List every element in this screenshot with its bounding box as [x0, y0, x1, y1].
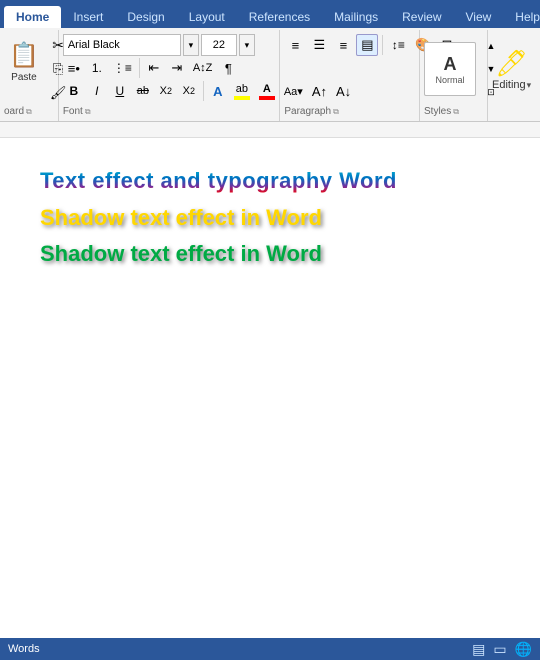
numbering-button[interactable]: 1. [86, 57, 108, 79]
align-right-button[interactable]: ≡ [332, 34, 354, 56]
editing-label: Editing [492, 79, 526, 91]
print-layout-icon[interactable]: ▭ [493, 641, 506, 658]
align-center-button[interactable]: ☰ [308, 34, 330, 56]
tab-bar: Home Insert Design Layout References Mai… [0, 0, 540, 28]
line3-text: Shadow text effect in Word [40, 241, 500, 267]
strikethrough-button[interactable]: ab [132, 80, 154, 102]
font-name-dropdown[interactable]: ▾ [183, 34, 199, 56]
editing-group: 🖊 Editing ▾ [488, 30, 540, 121]
increase-indent-button[interactable]: ⇥ [166, 57, 188, 79]
subscript-button[interactable]: X2 [155, 80, 177, 102]
font-color-button[interactable]: A [255, 80, 279, 102]
separator [139, 58, 140, 78]
text-effects-button[interactable]: A [207, 80, 229, 102]
font-group: ▾ ▾ ≡• 1. ⋮≡ ⇤ ⇥ A↕Z ¶ B I U ab X2 [59, 30, 281, 121]
line1-container: Text effect and typography Word [40, 168, 500, 195]
editing-label-row: Editing ▾ [492, 79, 531, 91]
font-name-input[interactable] [63, 34, 181, 56]
superscript-button[interactable]: X2 [178, 80, 200, 102]
line3-container: Shadow text effect in Word [40, 241, 500, 267]
sep3 [382, 35, 383, 55]
style-preview: A [444, 54, 457, 75]
highlight-color-button[interactable]: ab [230, 80, 254, 102]
ruler-strip [0, 122, 540, 138]
paste-button[interactable]: 📋 Paste [4, 32, 44, 92]
normal-style-button[interactable]: A Normal [424, 42, 476, 96]
font-expand-icon[interactable]: ⧉ [85, 107, 91, 117]
paragraph-group: ≡ ☰ ≡ ▤ ↕≡ 🎨 ⊞▾ Paragraph ⧉ [280, 30, 420, 121]
text-cursor [400, 175, 402, 195]
tab-mailings[interactable]: Mailings [322, 6, 390, 28]
tab-insert[interactable]: Insert [61, 6, 115, 28]
status-bar: Words ▤ ▭ 🌐 [0, 638, 540, 660]
paragraph-expand-icon[interactable]: ⧉ [333, 107, 339, 117]
font-size-input[interactable] [201, 34, 237, 56]
styles-group-label: Styles ⧉ [424, 104, 459, 119]
italic-button[interactable]: I [86, 80, 108, 102]
word-count-label: Words [8, 643, 40, 655]
font-color-bar [259, 96, 275, 100]
bold-button[interactable]: B [63, 80, 85, 102]
status-right: ▤ ▭ 🌐 [472, 641, 532, 658]
show-formatting-button[interactable]: ¶ [217, 57, 239, 79]
align-left-button[interactable]: ≡ [284, 34, 306, 56]
font-size-dropdown[interactable]: ▾ [239, 34, 255, 56]
bullets-button[interactable]: ≡• [63, 57, 85, 79]
styles-group: A Normal ▲ ▼ ⊡ Styles ⧉ [420, 30, 488, 121]
highlight-color-bar [234, 96, 250, 100]
justify-button[interactable]: ▤ [356, 34, 378, 56]
document-area[interactable]: Text effect and typography Word Shadow t… [0, 138, 540, 664]
read-mode-icon[interactable]: ▤ [472, 641, 485, 658]
ribbon: 📋 Paste ✂ ⎘ 🖌 oard ⧉ ▾ ▾ ≡ [0, 28, 540, 122]
sort-button[interactable]: A↕Z [189, 57, 217, 79]
tab-view[interactable]: View [454, 6, 504, 28]
clipboard-group: 📋 Paste ✂ ⎘ 🖌 oard ⧉ [0, 30, 59, 121]
tab-layout[interactable]: Layout [177, 6, 237, 28]
paragraph-group-label: Paragraph ⧉ [284, 104, 338, 119]
editing-dropdown-icon[interactable]: ▾ [527, 80, 532, 91]
web-layout-icon[interactable]: 🌐 [515, 641, 532, 658]
line1-text: Text effect and typography Word [40, 168, 397, 194]
clipboard-expand-icon[interactable]: ⧉ [26, 107, 32, 117]
line2-text: Shadow text effect in Word [40, 205, 500, 231]
underline-button[interactable]: U [109, 80, 131, 102]
multilevel-list-button[interactable]: ⋮≡ [109, 57, 136, 79]
clipboard-label: oard ⧉ [4, 104, 32, 119]
paste-icon: 📋 [9, 41, 39, 70]
tab-review[interactable]: Review [390, 6, 453, 28]
editing-icon: 🖊 [495, 48, 528, 79]
tab-home[interactable]: Home [4, 6, 61, 28]
style-name: Normal [435, 75, 464, 85]
tab-help[interactable]: Help [503, 6, 540, 28]
tab-references[interactable]: References [237, 6, 322, 28]
separator2 [203, 81, 204, 101]
line-spacing-button[interactable]: ↕≡ [387, 34, 409, 56]
line2-container: Shadow text effect in Word [40, 205, 500, 231]
decrease-indent-button[interactable]: ⇤ [143, 57, 165, 79]
styles-expand-icon[interactable]: ⧉ [453, 107, 459, 117]
tab-design[interactable]: Design [115, 6, 176, 28]
font-group-label: Font ⧉ [63, 104, 91, 119]
